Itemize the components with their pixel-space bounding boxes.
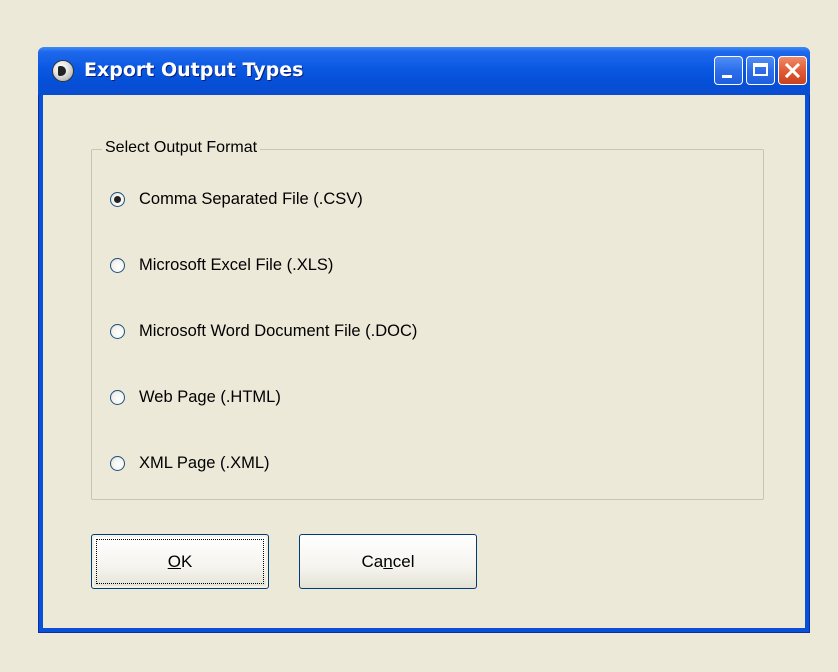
close-button[interactable]	[778, 56, 807, 85]
close-icon	[785, 63, 800, 78]
option-csv[interactable]: Comma Separated File (.CSV)	[110, 186, 363, 212]
option-doc[interactable]: Microsoft Word Document File (.DOC)	[110, 318, 417, 344]
cancel-button-label: Cancel	[361, 551, 415, 571]
radio-csv[interactable]	[110, 191, 125, 207]
radio-xls[interactable]	[110, 257, 125, 273]
option-xml[interactable]: XML Page (.XML)	[110, 450, 270, 476]
minimize-button[interactable]	[714, 56, 743, 85]
option-label-html[interactable]: Web Page (.HTML)	[139, 388, 281, 407]
focus-rectangle	[96, 539, 264, 584]
title-bar[interactable]: Export Output Types	[38, 47, 810, 95]
option-label-xls[interactable]: Microsoft Excel File (.XLS)	[139, 256, 333, 275]
option-html[interactable]: Web Page (.HTML)	[110, 384, 281, 410]
group-label: Select Output Format	[102, 139, 261, 157]
radio-doc[interactable]	[110, 323, 125, 339]
maximize-button[interactable]	[746, 56, 775, 85]
option-label-xml[interactable]: XML Page (.XML)	[139, 454, 270, 473]
app-globe-icon[interactable]	[52, 60, 74, 82]
option-xls[interactable]: Microsoft Excel File (.XLS)	[110, 252, 333, 278]
dialog-client-area: Select Output Format Comma Separated Fil…	[43, 95, 805, 628]
radio-xml[interactable]	[110, 455, 125, 471]
option-label-doc[interactable]: Microsoft Word Document File (.DOC)	[139, 322, 417, 341]
option-label-csv[interactable]: Comma Separated File (.CSV)	[139, 190, 363, 209]
window-title: Export Output Types	[84, 59, 304, 81]
ok-button[interactable]: OK	[91, 534, 269, 589]
radio-html[interactable]	[110, 389, 125, 405]
output-format-group: Select Output Format Comma Separated Fil…	[91, 139, 764, 500]
cancel-button[interactable]: Cancel	[299, 534, 477, 589]
export-dialog: Export Output Types Select Output Format…	[38, 47, 810, 633]
